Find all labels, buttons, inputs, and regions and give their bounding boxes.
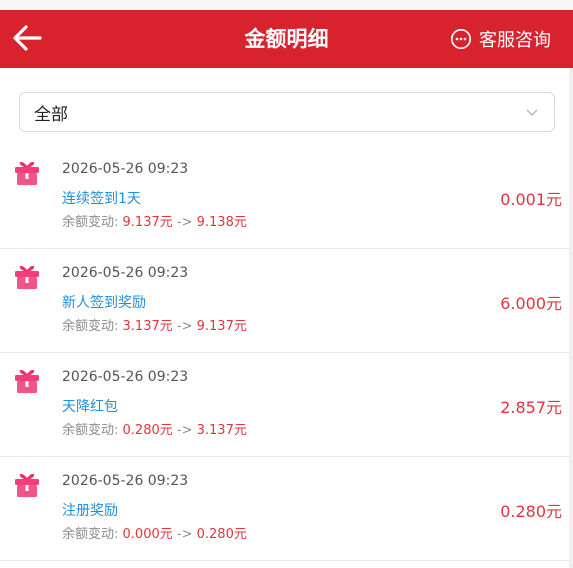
- gift-icon: [15, 265, 39, 289]
- status-strip: [0, 0, 573, 10]
- record-list: 2026-05-26 09:23 连续签到1天 余额变动: 9.137元 -> …: [0, 145, 573, 561]
- chat-bubble-icon: [451, 29, 471, 49]
- balance-arrow: ->: [176, 423, 193, 438]
- balance-before: 3.137元: [122, 319, 173, 334]
- balance-after: 9.137元: [196, 319, 247, 334]
- record-time: 2026-05-26 09:23: [62, 473, 189, 489]
- record-title: 天降红包: [62, 399, 118, 415]
- balance-change: 余额变动: 0.280元 -> 3.137元: [62, 419, 247, 438]
- balance-before: 0.280元: [122, 423, 173, 438]
- record-amount: 2.857元: [500, 398, 562, 417]
- balance-arrow: ->: [176, 215, 193, 230]
- record-title: 连续签到1天: [62, 191, 141, 207]
- customer-service-label: 客服咨询: [479, 30, 551, 51]
- record-amount: 6.000元: [500, 294, 562, 313]
- chevron-down-icon: [526, 109, 538, 116]
- scrollbar[interactable]: [569, 68, 573, 568]
- gift-icon: [15, 473, 39, 497]
- app-header: 金额明细 客服咨询: [0, 10, 573, 68]
- balance-before: 0.000元: [122, 527, 173, 542]
- list-item[interactable]: 2026-05-26 09:23 新人签到奖励 余额变动: 3.137元 -> …: [0, 249, 573, 353]
- balance-after: 3.137元: [196, 423, 247, 438]
- list-item[interactable]: 2026-05-26 09:23 天降红包 余额变动: 0.280元 -> 3.…: [0, 353, 573, 457]
- list-item[interactable]: 2026-05-26 09:23 注册奖励 余额变动: 0.000元 -> 0.…: [0, 457, 573, 561]
- record-title: 新人签到奖励: [62, 295, 146, 311]
- balance-change-label: 余额变动:: [62, 527, 119, 542]
- record-time: 2026-05-26 09:23: [62, 265, 189, 281]
- record-title: 注册奖励: [62, 503, 118, 519]
- record-time: 2026-05-26 09:23: [62, 369, 189, 385]
- gift-icon: [15, 161, 39, 185]
- record-time: 2026-05-26 09:23: [62, 161, 189, 177]
- balance-arrow: ->: [176, 319, 193, 334]
- back-button[interactable]: [10, 20, 50, 58]
- balance-before: 9.137元: [122, 215, 173, 230]
- arrow-left-icon: [13, 25, 42, 51]
- filter-select[interactable]: 全部: [19, 92, 555, 132]
- customer-service-button[interactable]: 客服咨询: [450, 10, 551, 68]
- balance-change-label: 余额变动:: [62, 215, 119, 230]
- balance-change-label: 余额变动:: [62, 423, 119, 438]
- list-item[interactable]: 2026-05-26 09:23 连续签到1天 余额变动: 9.137元 -> …: [0, 145, 573, 249]
- balance-change: 余额变动: 3.137元 -> 9.137元: [62, 315, 247, 334]
- record-amount: 0.280元: [500, 502, 562, 521]
- record-amount: 0.001元: [500, 190, 562, 209]
- balance-change-label: 余额变动:: [62, 319, 119, 334]
- balance-after: 0.280元: [196, 527, 247, 542]
- balance-change: 余额变动: 0.000元 -> 0.280元: [62, 523, 247, 542]
- filter-selected-value: 全部: [34, 104, 68, 125]
- balance-arrow: ->: [176, 527, 193, 542]
- gift-icon: [15, 369, 39, 393]
- balance-after: 9.138元: [196, 215, 247, 230]
- balance-change: 余额变动: 9.137元 -> 9.138元: [62, 211, 247, 230]
